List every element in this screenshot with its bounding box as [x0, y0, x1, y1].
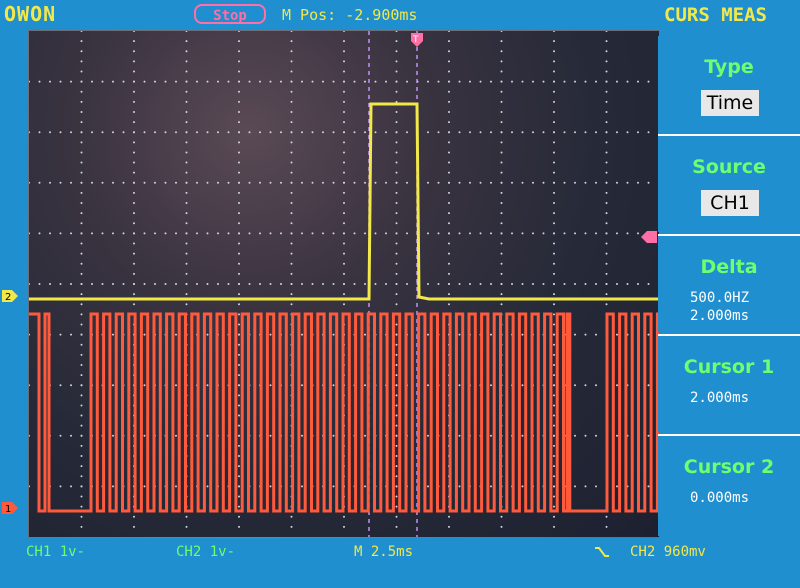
scope-display[interactable]: T	[28, 30, 660, 538]
panel-source-title: Source	[692, 156, 766, 178]
trigger-level-icon	[641, 231, 657, 243]
panel-source-value[interactable]: CH1	[701, 190, 759, 216]
panel-delta-title: Delta	[700, 256, 758, 278]
panel-source[interactable]: Source CH1	[658, 134, 800, 232]
panel-cursor1-value: 2.000ms	[690, 390, 750, 406]
menu-title: CURS MEAS	[664, 4, 767, 26]
svg-text:2: 2	[5, 292, 11, 302]
panel-delta: Delta 500.0HZ 2.000ms	[658, 234, 800, 332]
ch1-level-marker-icon: 1	[2, 502, 18, 514]
panel-type-title: Type	[704, 56, 754, 78]
ch1-scale: CH1 1v-	[26, 544, 86, 560]
trigger-position-icon: T	[411, 33, 423, 47]
trigger-level: CH2 960mv	[630, 544, 706, 560]
timebase: M 2.5ms	[354, 544, 414, 560]
waveform-canvas: T	[29, 31, 659, 537]
falling-edge-icon	[595, 547, 609, 557]
svg-text:T: T	[412, 35, 419, 45]
panel-delta-time: 2.000ms	[690, 308, 750, 324]
panel-type[interactable]: Type Time	[658, 36, 800, 134]
panel-cursor1-title: Cursor 1	[683, 356, 775, 378]
ch1-waveform	[29, 102, 659, 301]
m-pos-readout: M Pos: -2.900ms	[282, 6, 418, 24]
svg-text:1: 1	[5, 504, 11, 514]
ch2-scale: CH2 1v-	[176, 544, 236, 560]
status-bar: CH1 1v- CH2 1v- M 2.5ms CH2 960mv	[0, 538, 800, 588]
ch2-level-marker-icon: 2	[2, 290, 18, 302]
run-stop-badge[interactable]: Stop	[194, 4, 266, 24]
panel-cursor2[interactable]: Cursor 2 0.000ms	[658, 434, 800, 536]
panel-type-value[interactable]: Time	[701, 90, 759, 116]
panel-delta-freq: 500.0HZ	[690, 290, 750, 306]
panel-cursor1[interactable]: Cursor 1 2.000ms	[658, 334, 800, 432]
panel-cursor2-title: Cursor 2	[683, 456, 775, 478]
brand-logo: OWON	[4, 2, 57, 26]
panel-cursor2-value: 0.000ms	[690, 490, 750, 506]
top-bar: OWON Stop M Pos: -2.900ms CURS MEAS	[0, 0, 800, 30]
ch2-waveform	[29, 312, 659, 513]
